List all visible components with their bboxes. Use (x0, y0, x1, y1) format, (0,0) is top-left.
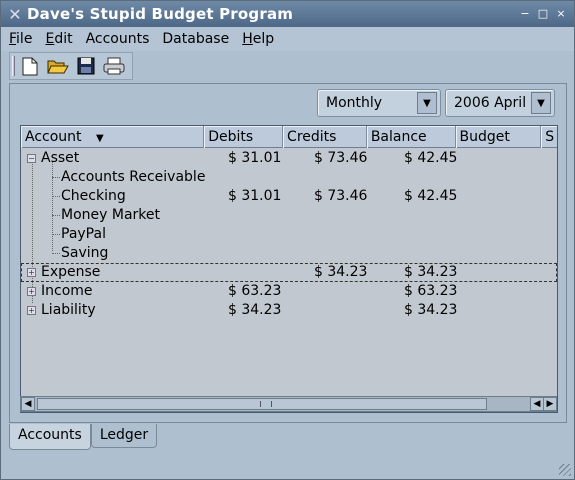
tree-header: Account ▼ Debits Credits Balance Budget … (21, 126, 557, 148)
tab-ledger[interactable]: Ledger (90, 424, 158, 448)
scrollbar-thumb[interactable] (37, 398, 487, 410)
scroll-left-icon[interactable]: ◀ (21, 397, 35, 411)
maximize-icon[interactable]: □ (536, 7, 550, 21)
resize-grip-icon[interactable] (559, 464, 571, 476)
tree-row[interactable]: + Income $ 63.23 $ 63.23 (21, 282, 557, 301)
debits-value: $ 63.23 (228, 283, 282, 299)
expand-icon[interactable]: + (27, 306, 36, 315)
column-account[interactable]: Account ▼ (21, 126, 205, 148)
date-select[interactable]: 2006 April ▼ (445, 89, 555, 117)
date-dropdown-icon[interactable]: ▼ (531, 92, 551, 114)
tree-row[interactable]: Money Market (21, 206, 557, 225)
horizontal-scrollbar[interactable]: ◀ ◀ ▶ (20, 396, 557, 412)
toolbar (9, 52, 133, 80)
account-name: Liability (41, 302, 96, 318)
period-dropdown-icon[interactable]: ▼ (417, 92, 437, 114)
scroll-left-icon[interactable]: ◀ (530, 397, 544, 411)
period-select[interactable]: Monthly ▼ (317, 89, 441, 117)
credits-value: $ 73.46 (314, 188, 368, 204)
tree-row[interactable]: + Liability $ 34.23 $ 34.23 (21, 301, 557, 320)
collapse-icon[interactable]: − (27, 154, 36, 163)
close-icon[interactable]: × (554, 7, 568, 21)
tab-accounts[interactable]: Accounts (9, 424, 91, 450)
new-file-icon[interactable] (18, 55, 42, 77)
account-name: Income (41, 283, 93, 299)
column-s[interactable]: S (541, 126, 557, 148)
date-select-value: 2006 April (454, 95, 527, 111)
toolbar-handle[interactable] (12, 56, 15, 76)
app-window: ✕ Dave's Stupid Budget Program − □ × Fil… (0, 0, 575, 480)
menu-help[interactable]: Help (242, 31, 274, 47)
balance-value: $ 63.23 (404, 283, 458, 299)
account-name: Accounts Receivable (61, 169, 206, 185)
accounts-tree[interactable]: Account ▼ Debits Credits Balance Budget … (20, 125, 558, 413)
window-title: Dave's Stupid Budget Program (27, 5, 294, 23)
tree-row[interactable]: PayPal (21, 225, 557, 244)
debits-value: $ 31.01 (228, 150, 282, 166)
expand-icon[interactable]: + (27, 287, 36, 296)
tree-row[interactable]: − Asset $ 31.01 $ 73.46 $ 42.45 (21, 149, 557, 168)
account-name: Expense (41, 264, 101, 280)
credits-value: $ 73.46 (314, 150, 368, 166)
column-balance[interactable]: Balance (367, 126, 456, 148)
title-bar[interactable]: ✕ Dave's Stupid Budget Program − □ × (1, 1, 574, 27)
save-disk-icon[interactable] (74, 55, 98, 77)
menu-file[interactable]: File (9, 31, 32, 47)
account-name: Money Market (61, 207, 160, 223)
sort-desc-icon: ▼ (95, 133, 104, 144)
balance-value: $ 42.45 (404, 150, 458, 166)
grip-icon (260, 401, 272, 407)
debits-value: $ 31.01 (228, 188, 282, 204)
column-debits[interactable]: Debits (204, 126, 284, 148)
debits-value: $ 34.23 (228, 302, 282, 318)
account-name: Saving (61, 245, 109, 261)
expand-icon[interactable]: + (27, 268, 36, 277)
tree-row[interactable]: Checking $ 31.01 $ 73.46 $ 42.45 (21, 187, 557, 206)
account-name: PayPal (61, 226, 106, 242)
period-select-value: Monthly (326, 95, 383, 111)
balance-value: $ 42.45 (404, 188, 458, 204)
open-folder-icon[interactable] (46, 55, 70, 77)
minimize-icon[interactable]: − (518, 7, 532, 21)
status-bar (1, 456, 574, 479)
tree-row[interactable]: Saving (21, 244, 557, 263)
tree-row[interactable]: Accounts Receivable (21, 168, 557, 187)
tree-row-selected[interactable]: + Expense $ 34.23 $ 34.23 (21, 263, 557, 282)
balance-value: $ 34.23 (404, 302, 458, 318)
column-budget[interactable]: Budget (456, 126, 542, 148)
balance-value: $ 34.23 (404, 264, 458, 280)
credits-value: $ 34.23 (314, 264, 368, 280)
menu-database[interactable]: Database (162, 31, 229, 47)
tab-bar: Accounts Ledger (9, 424, 158, 450)
app-x-icon: ✕ (8, 4, 22, 24)
account-name: Asset (41, 150, 80, 166)
column-account-label: Account (25, 129, 82, 145)
menu-edit[interactable]: Edit (45, 31, 72, 47)
account-name: Checking (61, 188, 126, 204)
scroll-right-icon[interactable]: ▶ (543, 397, 557, 411)
print-icon[interactable] (102, 55, 126, 77)
menu-bar: File Edit Accounts Database Help (1, 27, 574, 51)
tree-rows: − Asset $ 31.01 $ 73.46 $ 42.45 Accounts… (21, 149, 557, 320)
menu-accounts[interactable]: Accounts (86, 31, 150, 47)
column-credits[interactable]: Credits (283, 126, 367, 148)
